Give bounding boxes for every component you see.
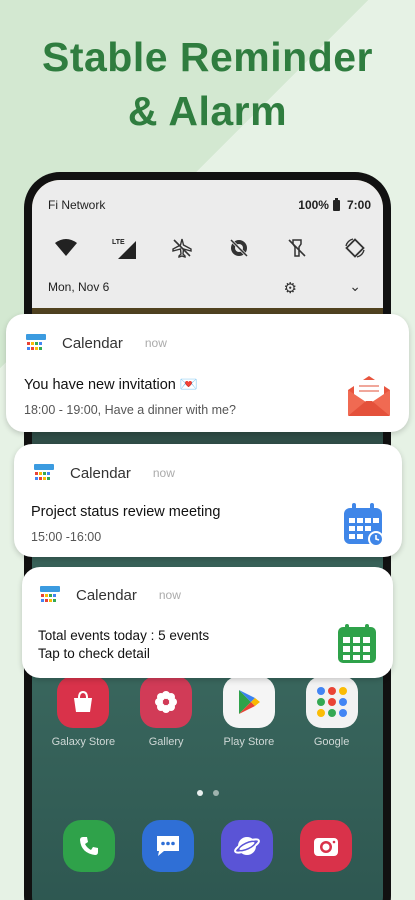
sync-off-icon[interactable]: [227, 236, 251, 260]
messages-icon[interactable]: [142, 820, 195, 872]
app-label: Google: [313, 736, 350, 748]
app-galaxy-store[interactable]: Galaxy Store: [44, 676, 122, 748]
status-bar: Fi Network 100% 7:00: [48, 197, 371, 216]
battery-icon: [332, 197, 340, 211]
dock: [32, 820, 383, 872]
notification-text: Tap to check detail: [38, 646, 150, 661]
internet-icon[interactable]: [220, 820, 273, 872]
airplane-off-icon[interactable]: [170, 236, 194, 260]
status-right: 100% 7:00: [298, 197, 371, 212]
lte-signal-icon[interactable]: LTE: [112, 236, 136, 260]
wifi-icon[interactable]: [54, 236, 78, 260]
app-google-folder[interactable]: Google: [293, 676, 371, 748]
notification-events-summary[interactable]: Calendar now Total events today : 5 even…: [22, 567, 393, 678]
chevron-down-icon[interactable]: ⌄: [349, 278, 361, 295]
calendar-clock-icon: [342, 502, 386, 553]
notification-time: now: [158, 588, 181, 602]
app-label: Gallery: [148, 736, 184, 748]
clock: 7:00: [346, 198, 371, 212]
app-label: Play Store: [223, 736, 275, 748]
phone-icon[interactable]: [63, 820, 116, 872]
calendar-app-icon: [40, 585, 60, 605]
notification-text: 15:00 -16:00: [31, 530, 102, 544]
google-folder-icon: [305, 676, 358, 728]
notification-time: now: [144, 336, 167, 350]
calendar-app-icon: [34, 463, 54, 483]
notification-title: You have new invitation 💌: [24, 377, 198, 393]
play-store-icon: [222, 676, 275, 728]
page-dot: [212, 790, 219, 796]
notification-app-name: Calendar: [76, 586, 137, 604]
calendar-app-icon: [26, 333, 46, 353]
shopping-bag-icon: [57, 676, 110, 728]
app-gallery[interactable]: Gallery: [127, 676, 205, 748]
battery-percent: 100%: [298, 198, 329, 212]
flower-icon: [140, 676, 193, 728]
page-indicator: [32, 790, 383, 796]
notification-app-name: Calendar: [70, 464, 131, 482]
rotate-icon[interactable]: [343, 236, 367, 260]
flashlight-off-icon[interactable]: [285, 236, 309, 260]
notification-time: now: [152, 466, 175, 480]
notification-header: Calendar now: [34, 462, 175, 484]
quick-tiles: LTE: [54, 236, 367, 260]
camera-icon[interactable]: [299, 820, 352, 872]
notification-header: Calendar now: [40, 584, 181, 606]
notification-invitation[interactable]: Calendar now You have new invitation 💌 1…: [6, 314, 409, 432]
notification-text: 18:00 - 19:00, Have a dinner with me?: [24, 403, 236, 417]
app-play-store[interactable]: Play Store: [210, 676, 288, 748]
quick-settings-panel: Fi Network 100% 7:00 LTE Mon, Nov 6 ⚙ ⌄: [32, 180, 383, 308]
home-app-row: Galaxy Store Gallery Play Store Google: [32, 676, 383, 748]
notification-header: Calendar now: [26, 332, 167, 354]
gear-icon[interactable]: ⚙: [284, 279, 297, 297]
headline-line-1: Stable Reminder: [41, 34, 374, 80]
notification-project-review[interactable]: Calendar now Project status review meeti…: [14, 444, 402, 557]
page-dot-active: [196, 790, 203, 796]
notification-app-name: Calendar: [62, 334, 123, 352]
notification-title: Total events today : 5 events: [38, 628, 210, 643]
svg-text:LTE: LTE: [112, 239, 125, 246]
headline: Stable Reminder & Alarm: [0, 30, 415, 138]
notification-title: Project status review meeting: [31, 504, 221, 520]
date-label: Mon, Nov 6: [48, 280, 110, 294]
envelope-icon: [346, 374, 392, 423]
calendar-grid-icon: [336, 623, 378, 670]
quick-settings-footer: Mon, Nov 6 ⚙ ⌄: [48, 278, 367, 298]
carrier-name: Fi Network: [48, 198, 106, 212]
app-label: Galaxy Store: [51, 736, 116, 748]
headline-line-2: & Alarm: [127, 88, 288, 134]
